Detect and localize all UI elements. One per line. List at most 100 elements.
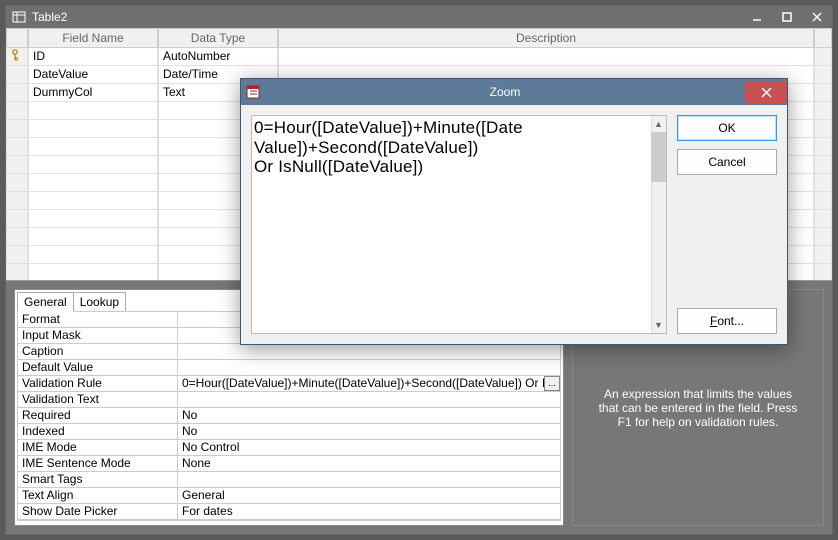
row-selector[interactable]	[6, 174, 28, 192]
row-selector[interactable]	[6, 264, 28, 280]
prop-row-ime-sentence-mode: IME Sentence ModeNone	[18, 456, 560, 472]
prop-row-default-value: Default Value	[18, 360, 560, 376]
field-name-cell[interactable]: ID	[28, 48, 158, 66]
scroll-gutter	[814, 174, 832, 192]
prop-value[interactable]	[178, 472, 560, 488]
prop-label: Caption	[18, 344, 178, 360]
description-cell[interactable]	[278, 48, 814, 66]
field-name-cell[interactable]	[28, 174, 158, 192]
field-name-cell[interactable]	[28, 120, 158, 138]
prop-label: Required	[18, 408, 178, 424]
row-selector[interactable]	[6, 246, 28, 264]
prop-row-text-align: Text AlignGeneral	[18, 488, 560, 504]
prop-value[interactable]: No	[178, 424, 560, 440]
row-selector[interactable]	[6, 156, 28, 174]
zoom-title: Zoom	[265, 85, 745, 99]
prop-label: Validation Text	[18, 392, 178, 408]
row-selector[interactable]	[6, 210, 28, 228]
field-name-cell[interactable]	[28, 192, 158, 210]
prop-row-smart-tags: Smart Tags	[18, 472, 560, 488]
scroll-gutter	[814, 246, 832, 264]
table-icon	[10, 8, 28, 26]
prop-label: Show Date Picker	[18, 504, 178, 520]
field-name-cell[interactable]	[28, 138, 158, 156]
maximize-button[interactable]	[772, 7, 802, 27]
scroll-gutter	[814, 264, 832, 280]
scroll-gutter	[814, 210, 832, 228]
scroll-gutter[interactable]	[814, 48, 832, 66]
row-selector[interactable]	[6, 102, 28, 120]
row-selector[interactable]	[6, 138, 28, 156]
row-selector[interactable]	[6, 84, 28, 102]
cancel-button[interactable]: Cancel	[677, 149, 777, 175]
prop-value[interactable]: General	[178, 488, 560, 504]
prop-value[interactable]	[178, 392, 560, 408]
col-header-desc[interactable]: Description	[278, 28, 814, 48]
tab-general[interactable]: General	[17, 292, 74, 312]
help-text: An expression that limits the values tha…	[593, 387, 803, 429]
prop-value[interactable]	[178, 344, 560, 360]
window-title: Table2	[32, 10, 67, 24]
scroll-gutter	[814, 156, 832, 174]
prop-label: Default Value	[18, 360, 178, 376]
field-name-cell[interactable]	[28, 156, 158, 174]
builder-button[interactable]: ...	[544, 376, 560, 391]
prop-label: IME Sentence Mode	[18, 456, 178, 472]
row-selector[interactable]	[6, 228, 28, 246]
col-header-type[interactable]: Data Type	[158, 28, 278, 48]
font-button[interactable]: Font...	[677, 308, 777, 334]
field-name-cell[interactable]	[28, 264, 158, 280]
prop-value[interactable]: For dates	[178, 504, 560, 520]
row-selector[interactable]	[6, 66, 28, 84]
prop-label: Text Align	[18, 488, 178, 504]
prop-row-required: RequiredNo	[18, 408, 560, 424]
minimize-button[interactable]	[742, 7, 772, 27]
prop-row-caption: Caption	[18, 344, 560, 360]
zoom-text-line: Value])+Second([DateValue])	[254, 138, 664, 158]
prop-label: Indexed	[18, 424, 178, 440]
col-header-field[interactable]: Field Name	[28, 28, 158, 48]
primary-key-icon[interactable]	[6, 48, 28, 66]
prop-row-validation-text: Validation Text	[18, 392, 560, 408]
field-name-cell[interactable]	[28, 246, 158, 264]
prop-label: Input Mask	[18, 328, 178, 344]
zoom-textarea[interactable]: 0=Hour([DateValue])+Minute([Date Value])…	[251, 115, 667, 334]
row-selector[interactable]	[6, 192, 28, 210]
prop-label: Format	[18, 312, 178, 328]
prop-value[interactable]	[178, 360, 560, 376]
scroll-gutter	[814, 138, 832, 156]
field-name-cell[interactable]: DummyCol	[28, 84, 158, 102]
tab-lookup[interactable]: Lookup	[73, 292, 126, 312]
prop-value[interactable]: None	[178, 456, 560, 472]
prop-label: IME Mode	[18, 440, 178, 456]
row-selector[interactable]	[6, 120, 28, 138]
field-name-cell[interactable]	[28, 228, 158, 246]
row-selector-header[interactable]	[6, 28, 28, 48]
scroll-gutter	[814, 84, 832, 102]
zoom-close-button[interactable]	[745, 81, 787, 103]
scroll-gutter	[814, 66, 832, 84]
prop-value[interactable]: 0=Hour([DateValue])+Minute([DateValue])+…	[178, 376, 560, 392]
window-titlebar: Table2	[6, 6, 832, 28]
prop-value[interactable]: No Control	[178, 440, 560, 456]
scroll-gutter	[814, 192, 832, 210]
scroll-thumb[interactable]	[651, 132, 666, 182]
data-type-cell[interactable]: AutoNumber	[158, 48, 278, 66]
zoom-text-line: 0=Hour([DateValue])+Minute([Date	[254, 118, 664, 138]
prop-row-validation-rule: Validation Rule0=Hour([DateValue])+Minut…	[18, 376, 560, 392]
scroll-gutter	[814, 228, 832, 246]
prop-label: Validation Rule	[18, 376, 178, 392]
field-name-cell[interactable]: DateValue	[28, 66, 158, 84]
prop-value[interactable]: No	[178, 408, 560, 424]
scroll-down-icon[interactable]: ▼	[651, 317, 666, 333]
field-name-cell[interactable]	[28, 210, 158, 228]
field-name-cell[interactable]	[28, 102, 158, 120]
zoom-app-icon	[241, 80, 265, 104]
ok-button[interactable]: OK	[677, 115, 777, 141]
zoom-titlebar[interactable]: Zoom	[241, 79, 787, 105]
close-button[interactable]	[802, 7, 832, 27]
prop-row-indexed: IndexedNo	[18, 424, 560, 440]
prop-row-ime-mode: IME ModeNo Control	[18, 440, 560, 456]
scroll-up-icon[interactable]: ▲	[651, 116, 666, 132]
scroll-gutter	[814, 120, 832, 138]
